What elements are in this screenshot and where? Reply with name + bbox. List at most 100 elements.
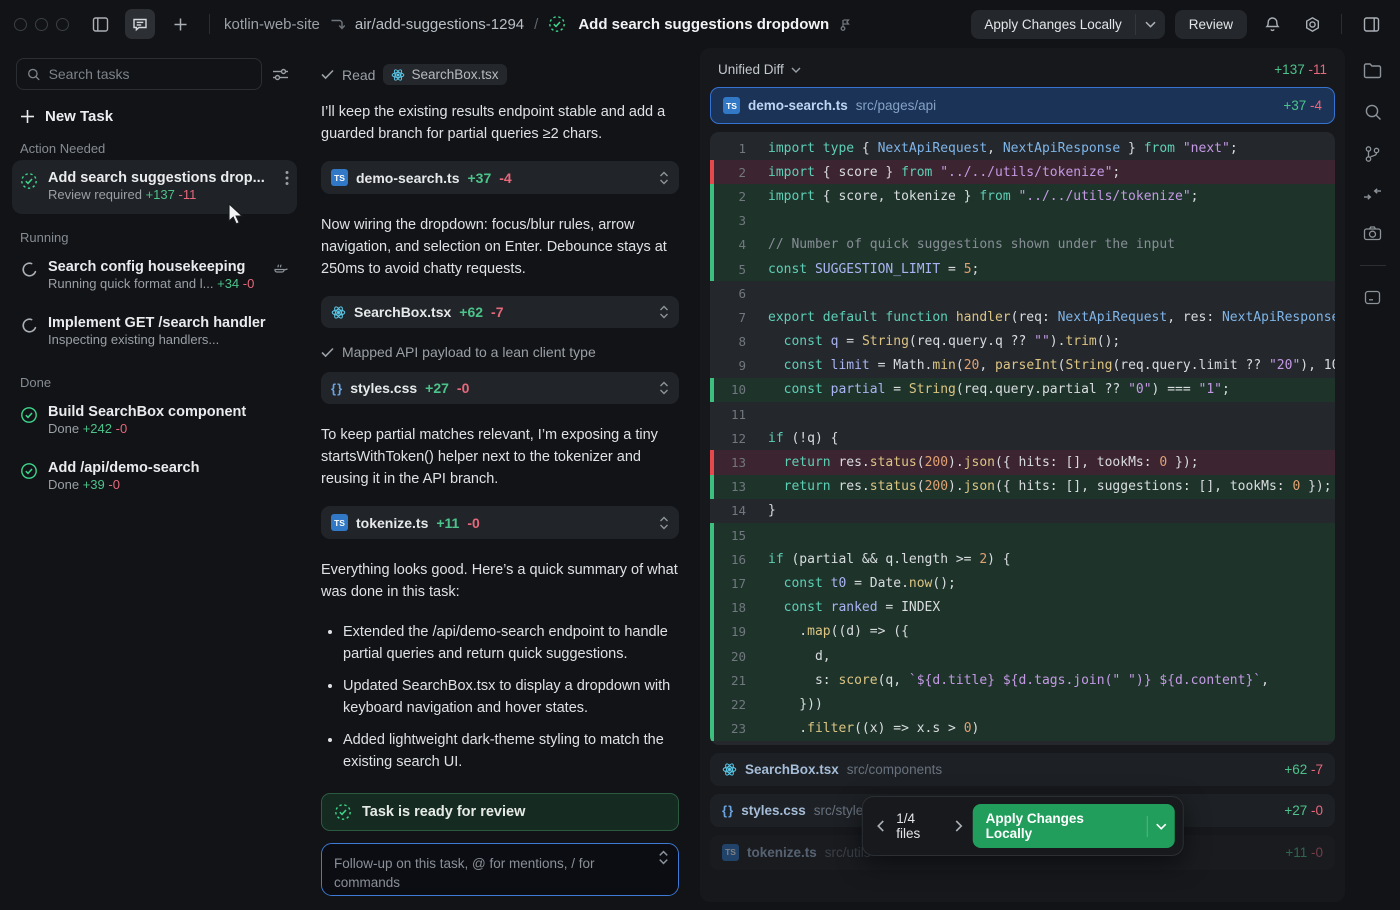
file-chip-name: demo-search.ts — [356, 170, 459, 186]
review-button[interactable]: Review — [1175, 10, 1247, 39]
diff-file-demo-search[interactable]: TS demo-search.ts src/pages/api +37 -4 — [710, 87, 1335, 124]
diff-file-counts: +37 -4 — [1283, 98, 1322, 113]
additions-count: +37 — [467, 170, 491, 186]
code-line: 13 return res.status(200).json({ hits: [… — [710, 475, 1335, 499]
task-check-icon — [548, 15, 566, 33]
console-panel-icon[interactable] — [1364, 290, 1381, 305]
task-menu-icon[interactable] — [285, 170, 289, 186]
expand-chevrons-icon[interactable] — [659, 381, 669, 395]
new-task-button[interactable]: New Task — [20, 108, 285, 125]
apply-changes-locally-button-floating[interactable]: Apply Changes Locally — [973, 804, 1175, 848]
file-chip-tokenize[interactable]: TS tokenize.ts +11 -0 — [321, 506, 679, 539]
cooking-icon — [272, 259, 289, 274]
pager-label: 1/4 files — [896, 811, 942, 841]
task-item-add-search-suggestions[interactable]: Add search suggestions drop... Review re… — [12, 160, 297, 214]
apply-changes-locally-button[interactable]: Apply Changes Locally — [971, 10, 1164, 39]
new-tab-button[interactable] — [165, 9, 195, 39]
react-icon — [331, 305, 346, 320]
tool-call-label: Read — [342, 67, 375, 83]
code-line: 19 .map((d) => ({ — [710, 620, 1335, 644]
spinner-icon — [20, 315, 38, 349]
window-zoom-button[interactable] — [56, 18, 69, 31]
tool-call-label: Mapped API payload to a lean client type — [342, 344, 596, 360]
diff-code[interactable]: 1import type { NextApiRequest, NextApiRe… — [710, 132, 1335, 745]
search-tasks-input[interactable] — [49, 66, 251, 82]
sidebar-toggle-icon[interactable] — [85, 9, 115, 39]
read-file-chip[interactable]: SearchBox.tsx — [383, 64, 506, 85]
read-file-name: SearchBox.tsx — [411, 67, 498, 82]
settings-gear-icon[interactable] — [1297, 9, 1327, 39]
apply-changes-chevron[interactable] — [1147, 816, 1175, 837]
assistant-message: To keep partial matches relevant, I’m ex… — [321, 424, 679, 490]
topbar-divider — [209, 14, 210, 34]
window-minimize-button[interactable] — [35, 18, 48, 31]
prev-file-icon[interactable] — [876, 820, 884, 832]
apply-changes-label[interactable]: Apply Changes Locally — [973, 804, 1147, 848]
diff-mode-selector[interactable]: Unified Diff — [718, 62, 801, 77]
apply-changes-label[interactable]: Apply Changes Locally — [971, 10, 1134, 39]
task-item-add-api-demo-search[interactable]: Add /api/demo-search Done +39 -0 — [12, 450, 297, 504]
merge-arrows-icon[interactable] — [1363, 187, 1382, 201]
done-check-icon — [20, 404, 38, 438]
code-line: 1import type { NextApiRequest, NextApiRe… — [710, 136, 1335, 160]
expand-chevrons-icon[interactable] — [659, 516, 669, 530]
window-controls[interactable] — [14, 18, 69, 31]
next-file-icon[interactable] — [955, 820, 963, 832]
followup-composer[interactable]: Sonnet 4 Ask Permission — [321, 843, 679, 896]
task-item-implement-get-handler[interactable]: Implement GET /search handler Inspecting… — [12, 305, 297, 359]
ready-check-icon — [334, 803, 352, 821]
task-item-build-searchbox[interactable]: Build SearchBox component Done +242 -0 — [12, 394, 297, 448]
code-line: 22 })) — [710, 692, 1335, 716]
file-pager: 1/4 files — [876, 811, 962, 841]
summary-item: Updated SearchBox.tsx to display a dropd… — [343, 675, 679, 719]
camera-icon[interactable] — [1363, 225, 1382, 241]
css-braces-icon: { } — [722, 803, 733, 818]
task-item-search-config[interactable]: Search config housekeeping Running quick… — [12, 249, 297, 303]
file-chip-name: tokenize.ts — [356, 515, 428, 531]
diff-file-searchbox[interactable]: SearchBox.tsx src/components +62 -7 — [710, 753, 1335, 786]
chat-view-icon[interactable] — [125, 9, 155, 39]
breadcrumb-slash: / — [534, 16, 538, 33]
tool-call-mapped: Mapped API payload to a lean client type — [321, 344, 679, 360]
right-icon-rail — [1345, 48, 1400, 910]
right-panel-toggle-icon[interactable] — [1356, 9, 1386, 39]
code-line: 21 s: score(q, `${d.title} ${d.tags.join… — [710, 668, 1335, 692]
code-line: 4// Number of quick suggestions shown un… — [710, 233, 1335, 257]
typescript-icon: TS — [331, 169, 348, 186]
followup-input[interactable] — [322, 844, 678, 896]
code-line: 18 const ranked = INDEX — [710, 596, 1335, 620]
code-line: 3 — [710, 209, 1335, 233]
summary-item: Added lightweight dark-theme styling to … — [343, 729, 679, 773]
composer-expand-icon[interactable] — [658, 850, 669, 865]
task-title: Build SearchBox component — [48, 404, 289, 420]
assistant-message: Everything looks good. Here’s a quick su… — [321, 559, 679, 603]
section-action-needed: Action Needed — [20, 141, 285, 156]
task-title: Search config housekeeping — [48, 259, 266, 275]
task-title: Add /api/demo-search — [48, 460, 289, 476]
code-line: 5const SUGGESTION_LIMIT = 5; — [710, 257, 1335, 281]
diff-file-name: SearchBox.tsx — [745, 762, 839, 777]
apply-changes-chevron[interactable] — [1135, 14, 1165, 35]
plus-icon — [20, 109, 35, 124]
git-branch-icon[interactable] — [1364, 145, 1381, 163]
notifications-bell-icon[interactable] — [1257, 9, 1287, 39]
window-close-button[interactable] — [14, 18, 27, 31]
file-chip-name: styles.css — [350, 380, 417, 396]
search-icon[interactable] — [1364, 103, 1382, 121]
project-name[interactable]: kotlin-web-site — [224, 16, 320, 33]
filter-icon[interactable] — [272, 67, 289, 82]
done-check-icon — [20, 460, 38, 494]
file-chip-styles[interactable]: { } styles.css +27 -0 — [321, 372, 679, 404]
code-line: 15 — [710, 523, 1335, 547]
file-chip-demo-search[interactable]: TS demo-search.ts +37 -4 — [321, 161, 679, 194]
deletions-count: -7 — [491, 304, 503, 320]
file-chip-searchbox[interactable]: SearchBox.tsx +62 -7 — [321, 296, 679, 328]
section-running: Running — [20, 230, 285, 245]
expand-chevrons-icon[interactable] — [659, 305, 669, 319]
diff-file-name: styles.css — [741, 803, 806, 818]
files-folder-icon[interactable] — [1363, 62, 1382, 79]
branch-name[interactable]: air/add-suggestions-1294 — [355, 16, 524, 33]
expand-chevrons-icon[interactable] — [659, 171, 669, 185]
search-tasks-box[interactable] — [16, 58, 262, 90]
code-line: 9 const limit = Math.min(20, parseInt(St… — [710, 354, 1335, 378]
